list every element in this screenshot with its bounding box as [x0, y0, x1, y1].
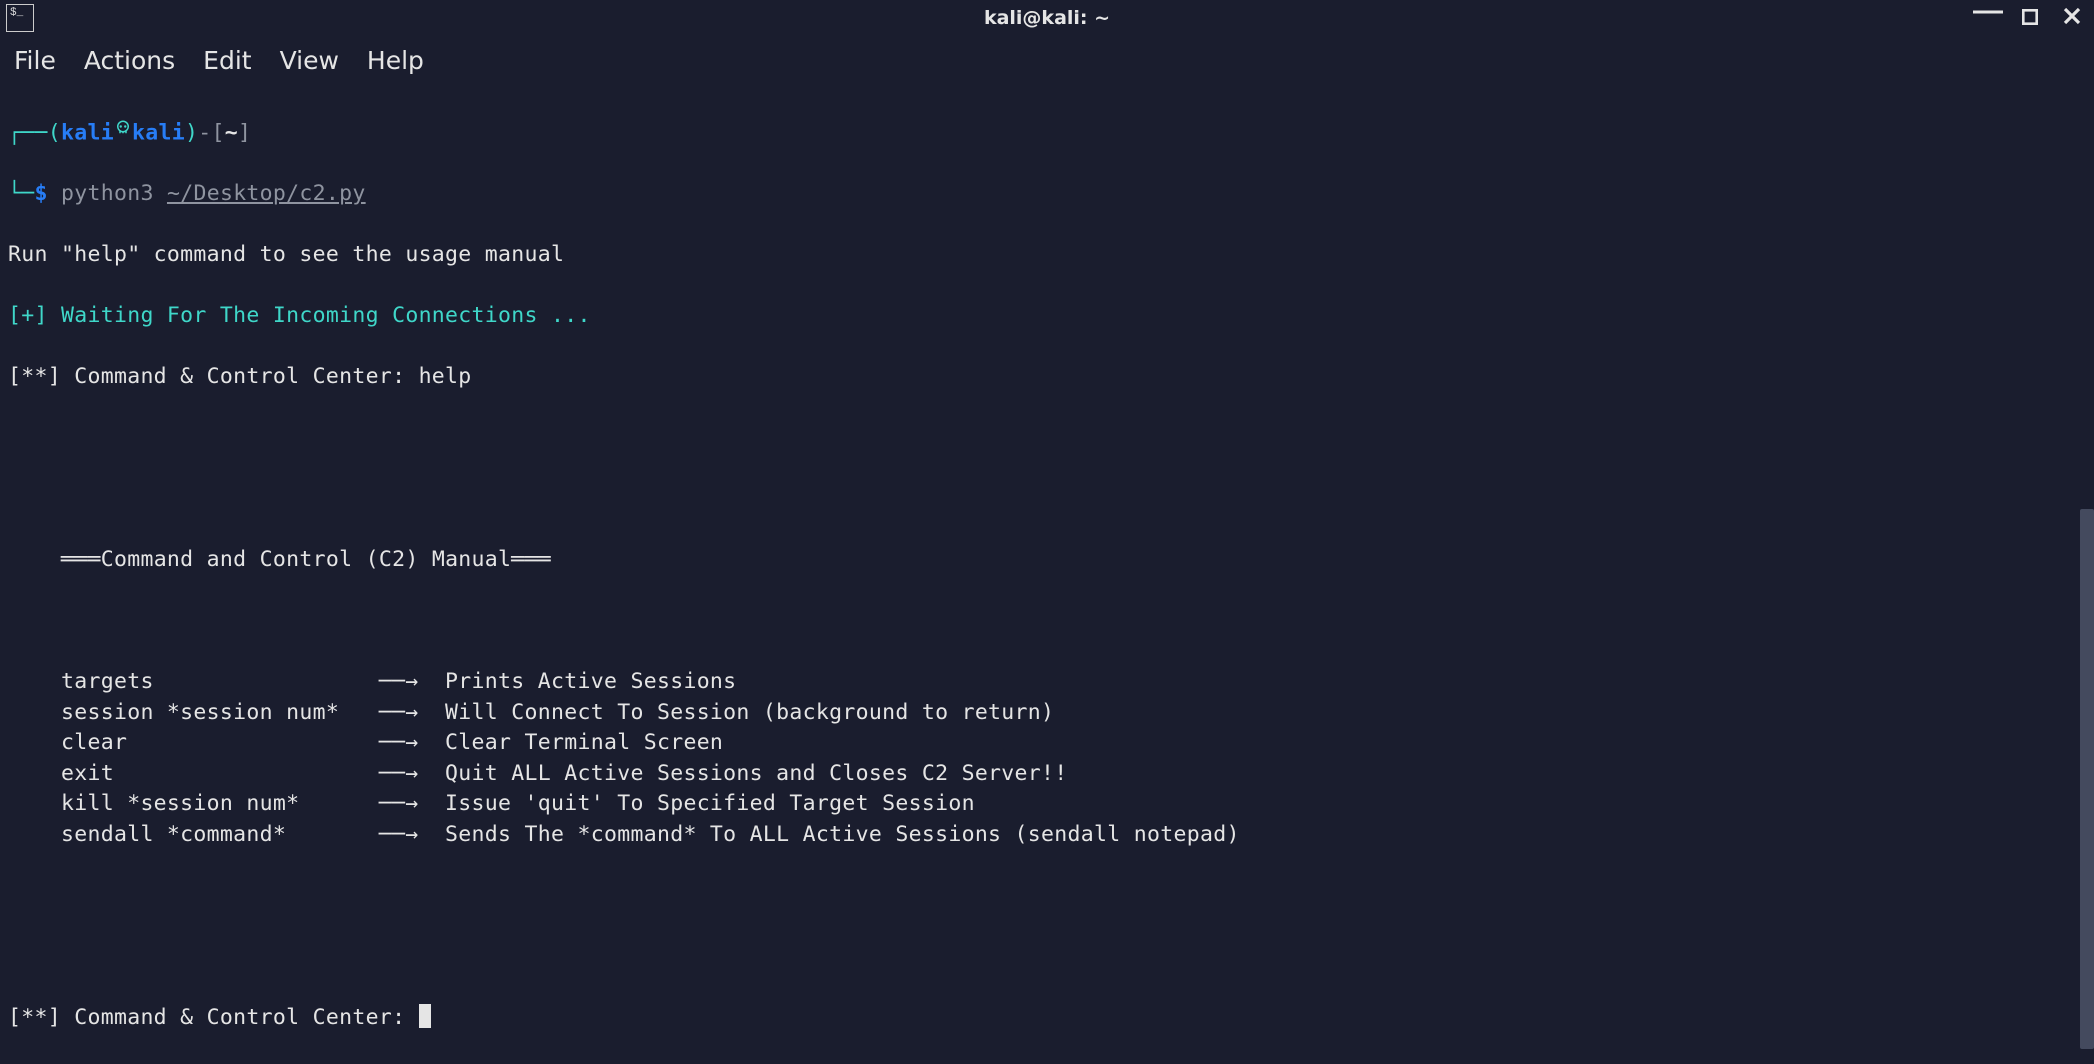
prompt-line-1: ┌──(kalikali)-[~] — [8, 118, 2086, 149]
menu-edit[interactable]: Edit — [203, 46, 251, 75]
menu-file[interactable]: File — [14, 46, 56, 75]
maximize-button[interactable] — [2016, 4, 2044, 32]
title-bar: $_ kali@kali: ~ — — [0, 0, 2094, 36]
menu-bar: File Actions Edit View Help — [0, 36, 2094, 87]
manual-row: kill *session num* ──→ Issue 'quit' To S… — [8, 789, 2086, 820]
cursor-icon — [419, 1004, 431, 1028]
blank-line-5 — [8, 942, 2086, 973]
app-icon-text: $_ — [10, 7, 23, 19]
skull-icon — [114, 116, 132, 147]
menu-help[interactable]: Help — [367, 46, 424, 75]
menu-view[interactable]: View — [280, 46, 339, 75]
cc-prompt-empty: [**] Command & Control Center: — [8, 1003, 2086, 1034]
output-waiting: [+] Waiting For The Incoming Connections… — [8, 301, 2086, 332]
close-button[interactable] — [2058, 4, 2086, 32]
blank-line-3 — [8, 606, 2086, 637]
blank-line-4 — [8, 881, 2086, 912]
prompt-cwd: ~ — [225, 120, 238, 145]
command-arg: ~/Desktop/c2.py — [167, 181, 366, 206]
scrollbar[interactable] — [2080, 509, 2094, 1049]
manual-row: sendall *command* ──→ Sends The *command… — [8, 820, 2086, 851]
window-controls: — — [1974, 4, 2086, 32]
prompt-line-2: └─$ python3 ~/Desktop/c2.py — [8, 179, 2086, 210]
manual-header: ═══Command and Control (C2) Manual═══ — [8, 545, 2086, 576]
minimize-button[interactable]: — — [1974, 4, 2002, 32]
manual-row: session *session num* ──→ Will Connect T… — [8, 698, 2086, 729]
terminal-app-icon: $_ — [6, 4, 34, 32]
menu-actions[interactable]: Actions — [84, 46, 175, 75]
prompt-user: kali — [61, 120, 114, 145]
maximize-icon — [2022, 4, 2038, 32]
prompt-host: kali — [132, 120, 185, 145]
blank-line-1 — [8, 423, 2086, 454]
manual-row: targets ──→ Prints Active Sessions — [8, 667, 2086, 698]
cc-prompt-help: [**] Command & Control Center: help — [8, 362, 2086, 393]
manual-lines: targets ──→ Prints Active Sessions sessi… — [8, 667, 2086, 850]
window-title: kali@kali: ~ — [984, 7, 1110, 29]
terminal-output[interactable]: ┌──(kalikali)-[~] └─$ python3 ~/Desktop/… — [0, 87, 2094, 1064]
blank-line-2 — [8, 484, 2086, 515]
manual-row: exit ──→ Quit ALL Active Sessions and Cl… — [8, 759, 2086, 790]
output-help-hint: Run "help" command to see the usage manu… — [8, 240, 2086, 271]
command-text: python3 — [61, 181, 154, 206]
manual-row: clear ──→ Clear Terminal Screen — [8, 728, 2086, 759]
prompt-symbol: $ — [35, 181, 48, 206]
close-icon — [2063, 4, 2081, 32]
